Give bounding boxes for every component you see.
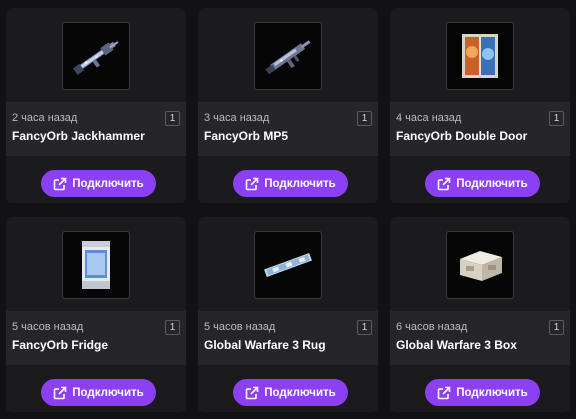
time-label: 2 часа назад [12, 112, 78, 124]
thumbnail-area [390, 217, 570, 311]
fridge-icon [62, 231, 130, 299]
item-info: 6 часов назад Global Warfare 3 Box 1 [390, 311, 570, 365]
item-card: 6 часов назад Global Warfare 3 Box 1 Под… [390, 217, 570, 412]
connect-button[interactable]: Подключить [41, 379, 156, 406]
thumbnail-area [6, 8, 186, 102]
item-name: FancyOrb MP5 [204, 129, 289, 143]
item-info: 3 часа назад FancyOrb MP5 1 [198, 102, 378, 156]
item-info: 5 часов назад Global Warfare 3 Rug 1 [198, 311, 378, 365]
thumbnail-area [390, 8, 570, 102]
time-label: 5 часов назад [204, 321, 276, 333]
connect-button-label: Подключить [264, 386, 336, 399]
time-label: 5 часов назад [12, 321, 84, 333]
item-info: 4 часа назад FancyOrb Double Door 1 [390, 102, 570, 156]
door-icon [446, 22, 514, 90]
time-label: 6 часов назад [396, 321, 468, 333]
item-name: FancyOrb Jackhammer [12, 129, 145, 143]
thumbnail-area [198, 8, 378, 102]
item-info: 2 часа назад FancyOrb Jackhammer 1 [6, 102, 186, 156]
item-info: 5 часов назад FancyOrb Fridge 1 [6, 311, 186, 365]
item-card: 5 часов назад FancyOrb Fridge 1 Подключи… [6, 217, 186, 412]
external-link-icon [245, 177, 259, 190]
quantity-badge: 1 [357, 320, 372, 335]
connect-button-label: Подключить [72, 177, 144, 190]
time-label: 3 часа назад [204, 112, 270, 124]
quantity-badge: 1 [165, 111, 180, 126]
item-name: FancyOrb Fridge [12, 338, 109, 352]
smg-icon [254, 22, 322, 90]
quantity-badge: 1 [165, 320, 180, 335]
box-icon [446, 231, 514, 299]
connect-button-label: Подключить [264, 177, 336, 190]
item-name: Global Warfare 3 Box [396, 338, 517, 352]
item-card: 3 часа назад FancyOrb MP5 1 Подключить [198, 8, 378, 203]
thumbnail-area [198, 217, 378, 311]
item-name: Global Warfare 3 Rug [204, 338, 326, 352]
item-card: 2 часа назад FancyOrb Jackhammer 1 Подкл… [6, 8, 186, 203]
connect-button[interactable]: Подключить [425, 379, 540, 406]
quantity-badge: 1 [357, 111, 372, 126]
connect-button[interactable]: Подключить [41, 170, 156, 197]
connect-button[interactable]: Подключить [233, 379, 348, 406]
external-link-icon [245, 386, 259, 399]
connect-button[interactable]: Подключить [425, 170, 540, 197]
thumbnail-area [6, 217, 186, 311]
item-card: 5 часов назад Global Warfare 3 Rug 1 Под… [198, 217, 378, 412]
time-label: 4 часа назад [396, 112, 462, 124]
item-name: FancyOrb Double Door [396, 129, 528, 143]
external-link-icon [437, 386, 451, 399]
item-card: 4 часа назад FancyOrb Double Door 1 Подк… [390, 8, 570, 203]
external-link-icon [53, 177, 67, 190]
connect-button[interactable]: Подключить [233, 170, 348, 197]
connect-button-label: Подключить [456, 386, 528, 399]
external-link-icon [437, 177, 451, 190]
quantity-badge: 1 [549, 111, 564, 126]
connect-button-label: Подключить [72, 386, 144, 399]
rug-icon [254, 231, 322, 299]
connect-button-label: Подключить [456, 177, 528, 190]
quantity-badge: 1 [549, 320, 564, 335]
external-link-icon [53, 386, 67, 399]
rifle-icon [62, 22, 130, 90]
